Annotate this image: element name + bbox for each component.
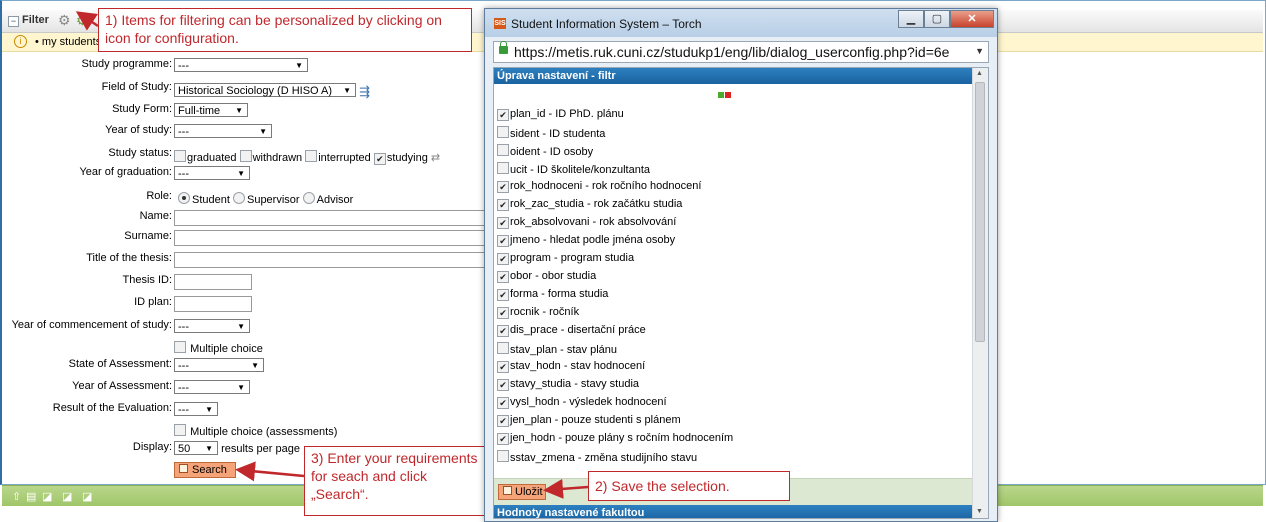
arrow-1 [75, 11, 99, 31]
arrow-2 [543, 478, 589, 499]
arrow-3 [235, 461, 305, 482]
annotation-arrows [75, 11, 589, 499]
